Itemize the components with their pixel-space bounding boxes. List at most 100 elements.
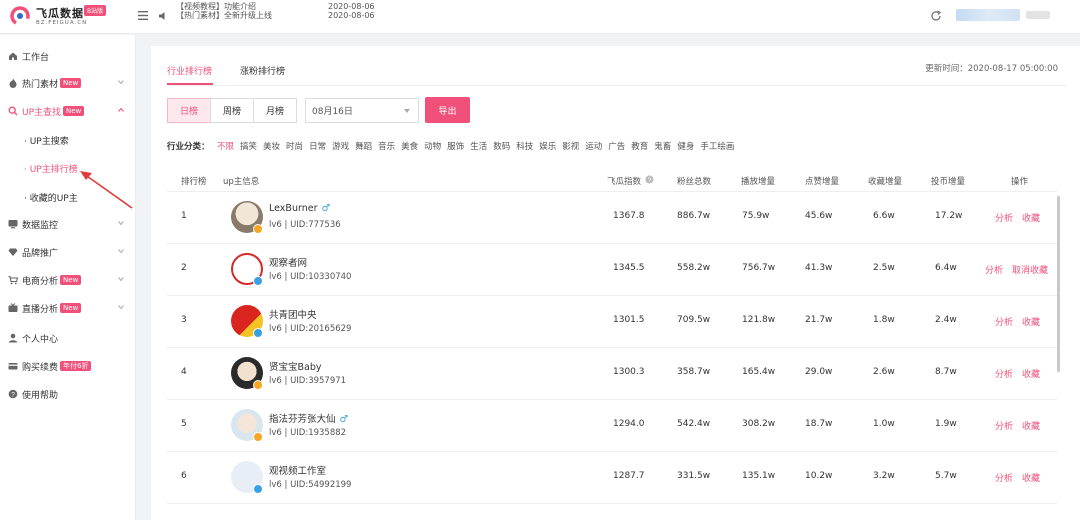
sidebar-subitem-up-ranking[interactable]: · UP主排行榜 xyxy=(24,157,78,179)
sidebar-subitem-favorite-up[interactable]: · 收藏的UP主 xyxy=(24,186,78,208)
male-icon: ♂ xyxy=(339,414,349,425)
tab-industry-ranking[interactable]: 行业排行榜 xyxy=(167,64,212,77)
search-icon xyxy=(8,106,18,116)
category-item[interactable]: 手工绘画 xyxy=(700,140,734,152)
date-select[interactable]: 08月16日 xyxy=(305,98,419,123)
sidebar-item-ecommerce[interactable]: 电商分析 New xyxy=(0,267,136,293)
category-item[interactable]: 运动 xyxy=(585,140,602,152)
sidebar-item-label: 购买续费 xyxy=(22,362,59,373)
sidebar-item-personal[interactable]: 个人中心 xyxy=(0,325,136,351)
category-item[interactable]: 游戏 xyxy=(332,140,349,152)
like-cell: 21.7w xyxy=(805,315,833,325)
chevron-down-icon xyxy=(118,305,124,310)
fans-cell: 331.5w xyxy=(677,471,711,481)
analyze-link[interactable]: 分析 xyxy=(995,471,1013,484)
user-account-blurred[interactable] xyxy=(1026,11,1050,19)
up-name[interactable]: 共青团中央 xyxy=(269,307,321,321)
analyze-link[interactable]: 分析 xyxy=(995,419,1013,432)
up-name[interactable]: 贤宝宝Baby xyxy=(269,359,326,373)
sidebar-item-hot-material[interactable]: 热门素材 New xyxy=(0,70,136,96)
info-icon[interactable]: ? xyxy=(645,175,654,184)
sidebar-item-label: 数据监控 xyxy=(22,220,59,231)
period-monthly-button[interactable]: 月榜 xyxy=(253,98,297,123)
play-cell: 121.8w xyxy=(742,315,776,325)
up-level-uid: lv6 | UID:3957971 xyxy=(269,376,347,386)
cart-icon xyxy=(8,275,18,285)
favorite-link[interactable]: 收藏 xyxy=(1022,471,1040,484)
category-item[interactable]: 不限 xyxy=(217,140,234,152)
analyze-link[interactable]: 分析 xyxy=(995,211,1013,224)
verified-badge-icon xyxy=(253,224,263,234)
sidebar-item-purchase[interactable]: 购买续费 年付6折 xyxy=(0,353,136,379)
category-item[interactable]: 音乐 xyxy=(378,140,395,152)
user-account-blurred[interactable] xyxy=(956,9,1020,21)
favorite-link[interactable]: 取消收藏 xyxy=(1012,263,1048,276)
period-daily-button[interactable]: 日榜 xyxy=(167,98,211,123)
male-icon: ♂ xyxy=(321,203,331,214)
favorite-link[interactable]: 收藏 xyxy=(1022,419,1040,432)
up-name[interactable]: 观视频工作室 xyxy=(269,463,330,477)
table-row: 4 贤宝宝Baby lv6 | UID:3957971 1300.3 358.7w 165… xyxy=(167,348,1057,400)
category-item[interactable]: 搞笑 xyxy=(240,140,257,152)
up-name[interactable]: 观察者网 xyxy=(269,255,311,269)
period-weekly-button[interactable]: 周榜 xyxy=(210,98,254,123)
category-item[interactable]: 教育 xyxy=(631,140,648,152)
up-level-uid: lv6 | UID:10330740 xyxy=(269,272,352,282)
category-item[interactable]: 影视 xyxy=(562,140,579,152)
notice-date: 2020-08-06 xyxy=(328,2,375,11)
category-item[interactable]: 科技 xyxy=(516,140,533,152)
category-item[interactable]: 数码 xyxy=(493,140,510,152)
analyze-link[interactable]: 分析 xyxy=(985,263,1003,276)
rank-cell: 6 xyxy=(181,471,187,481)
analyze-link[interactable]: 分析 xyxy=(995,367,1013,380)
category-item[interactable]: 广告 xyxy=(608,140,625,152)
favorite-cell: 1.0w xyxy=(873,419,895,429)
sidebar-item-up-search[interactable]: UP主查找 New xyxy=(0,98,136,124)
category-item[interactable]: 日常 xyxy=(309,140,326,152)
notice-ticker[interactable]: 【视频教程】功能介绍 【热门素材】全新升级上线 xyxy=(176,2,306,22)
category-item[interactable]: 时尚 xyxy=(286,140,303,152)
sidebar-item-data-monitor[interactable]: 数据监控 xyxy=(0,211,136,237)
verified-badge-icon xyxy=(253,380,263,390)
column-header: 收藏增量 xyxy=(868,177,903,187)
favorite-link[interactable]: 收藏 xyxy=(1022,367,1040,380)
sidebar-item-live[interactable]: 直播分析 New xyxy=(0,295,136,321)
sidebar-subitem-up-search[interactable]: · UP主搜索 xyxy=(24,129,69,151)
table-row: 3 共青团中央 lv6 | UID:20165629 1301.5 709.5w 121.… xyxy=(167,296,1057,348)
analyze-link[interactable]: 分析 xyxy=(995,315,1013,328)
category-item[interactable]: 美妆 xyxy=(263,140,280,152)
up-name[interactable]: LexBurner ♂ xyxy=(269,203,330,214)
sidebar-subitem-label: · UP主搜索 xyxy=(24,136,69,147)
play-cell: 75.9w xyxy=(742,211,770,221)
scrollbar[interactable] xyxy=(1057,196,1060,372)
menu-toggle-icon[interactable] xyxy=(138,11,148,20)
new-badge: New xyxy=(60,303,82,313)
category-item[interactable]: 娱乐 xyxy=(539,140,556,152)
logo-icon xyxy=(10,6,30,26)
fans-cell: 542.4w xyxy=(677,419,711,429)
sidebar-item-workbench[interactable]: 工作台 xyxy=(0,43,136,69)
export-button[interactable]: 导出 xyxy=(425,97,470,123)
play-cell: 165.4w xyxy=(742,367,776,377)
category-item[interactable]: 健身 xyxy=(677,140,694,152)
sidebar-item-help[interactable]: ? 使用帮助 xyxy=(0,381,136,407)
tab-fans-growth-ranking[interactable]: 涨粉排行榜 xyxy=(240,64,285,77)
up-name[interactable]: 指法芬芳张大仙 ♂ xyxy=(269,411,348,425)
category-item[interactable]: 舞蹈 xyxy=(355,140,372,152)
category-item[interactable]: 动物 xyxy=(424,140,441,152)
refresh-icon[interactable] xyxy=(930,10,942,22)
up-level-uid: lv6 | UID:1935882 xyxy=(269,428,347,438)
category-item[interactable]: 美食 xyxy=(401,140,418,152)
category-item[interactable]: 鬼畜 xyxy=(654,140,671,152)
category-item[interactable]: 服饰 xyxy=(447,140,464,152)
sidebar-item-label: 热门素材 xyxy=(22,79,59,90)
rank-cell: 1 xyxy=(181,211,187,221)
favorite-link[interactable]: 收藏 xyxy=(1022,211,1040,224)
sidebar-item-brand-promo[interactable]: 品牌推广 xyxy=(0,239,136,265)
favorite-cell: 3.2w xyxy=(873,471,895,481)
speaker-icon xyxy=(159,12,165,20)
favorite-link[interactable]: 收藏 xyxy=(1022,315,1040,328)
category-item[interactable]: 生活 xyxy=(470,140,487,152)
coin-cell: 6.4w xyxy=(935,263,957,273)
up-name-text: 共青团中央 xyxy=(269,310,317,321)
